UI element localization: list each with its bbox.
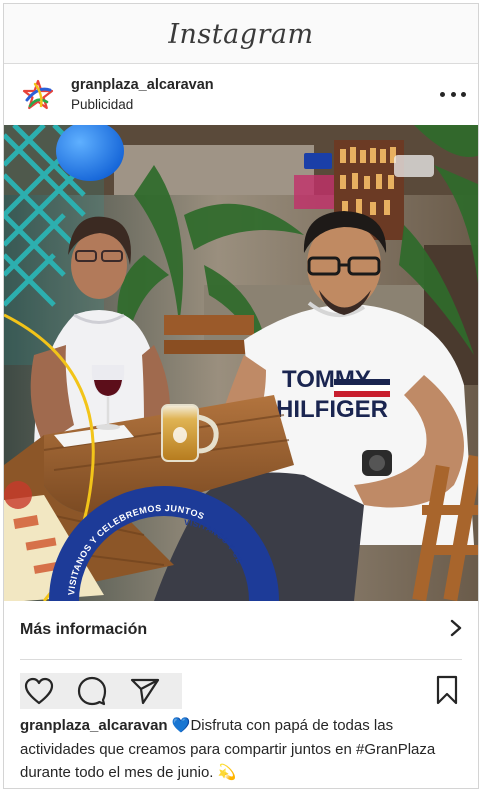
post-caption: granplaza_alcaravan 💙Disfruta con papá d… <box>20 714 466 785</box>
instagram-wordmark[interactable]: Instagram <box>168 19 313 50</box>
more-horizontal-icon <box>440 91 445 97</box>
more-info-link[interactable]: Más información <box>4 602 478 658</box>
post-photo[interactable]: TOMMY HILFIGER VISITANOS Y CELEBREMOS JU… <box>4 125 478 601</box>
heart-icon <box>24 677 53 705</box>
post-photo-image: TOMMY HILFIGER VISITANOS Y CELEBREMOS JU… <box>4 125 478 601</box>
shirt-text-line2: HILFIGER <box>276 396 388 423</box>
save-button[interactable] <box>434 675 460 705</box>
blue-heart-emoji: 💙 <box>171 717 191 734</box>
top-bar: Instagram <box>4 4 478 64</box>
share-button[interactable] <box>129 674 162 708</box>
dizzy-emoji: 💫 <box>217 764 237 781</box>
like-button[interactable] <box>22 674 55 708</box>
caption-username[interactable]: granplaza_alcaravan <box>20 717 168 734</box>
send-icon <box>131 678 160 705</box>
chevron-right-icon <box>450 619 462 642</box>
avatar[interactable] <box>18 75 58 115</box>
account-username[interactable]: granplaza_alcaravan <box>71 76 214 94</box>
comment-button[interactable] <box>75 674 108 708</box>
bookmark-icon <box>436 675 458 705</box>
sponsored-label: Publicidad <box>71 97 134 112</box>
more-info-label: Más información <box>20 621 148 638</box>
star-logo-icon <box>22 79 54 110</box>
more-options-button[interactable] <box>440 85 466 103</box>
instagram-post-frame: Instagram granplaza_alcaravan Publicidad <box>3 3 479 789</box>
post-header: granplaza_alcaravan Publicidad <box>4 65 478 125</box>
action-bar <box>20 673 182 709</box>
comment-icon <box>77 676 107 706</box>
divider <box>20 659 462 660</box>
